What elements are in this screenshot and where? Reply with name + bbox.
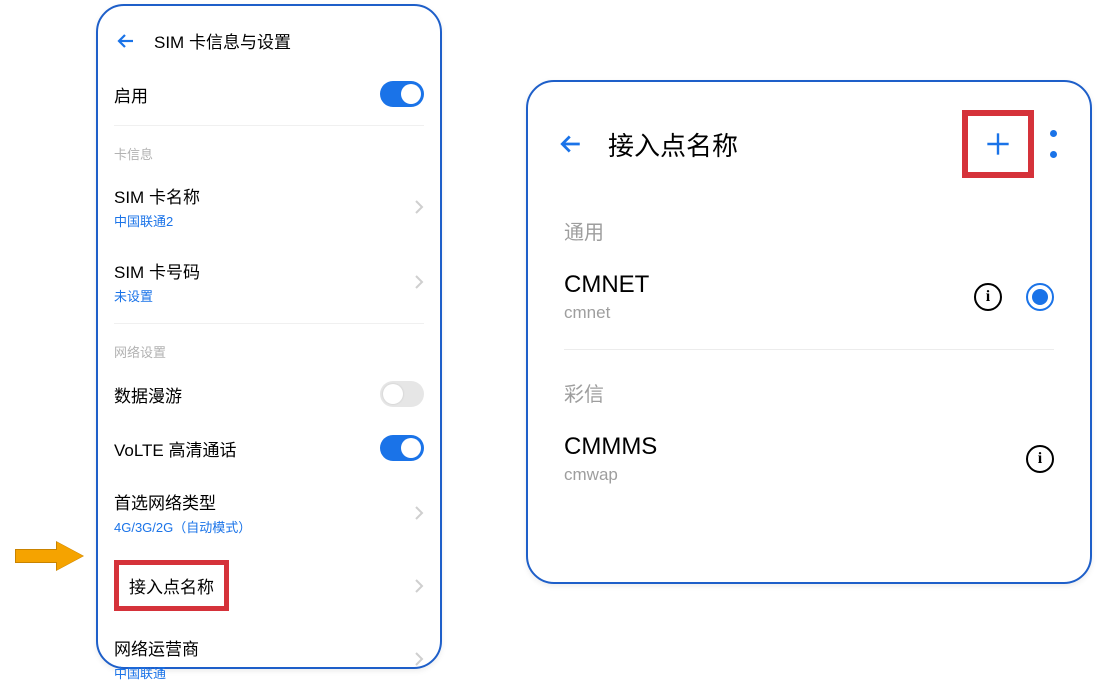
plus-icon (982, 128, 1014, 160)
info-icon[interactable]: i (1026, 445, 1054, 473)
sim-number-row[interactable]: SIM 卡号码 未设置 (98, 244, 440, 319)
chevron-right-icon (414, 505, 424, 521)
roaming-toggle[interactable] (380, 381, 424, 407)
apn-highlight: 接入点名称 (114, 560, 229, 611)
volte-row[interactable]: VoLTE 高清通话 (98, 421, 440, 475)
carrier-value: 中国联通 (114, 663, 199, 682)
preferred-network-label: 首选网络类型 (114, 489, 251, 514)
section-mms: 彩信 (528, 358, 1090, 415)
sim-name-value: 中国联通2 (114, 211, 200, 230)
apn-name: CMNET (564, 271, 649, 299)
page-title: SIM 卡信息与设置 (154, 28, 291, 53)
section-card-info: 卡信息 (98, 130, 440, 169)
more-menu-button[interactable] (1050, 130, 1058, 158)
volte-label: VoLTE 高清通话 (114, 436, 237, 461)
divider (564, 349, 1054, 350)
apn-label: 接入点名称 (129, 578, 214, 597)
back-arrow-icon[interactable] (556, 129, 586, 159)
apn-row-cmmms[interactable]: CMMMS cmwap i (528, 415, 1090, 503)
section-network: 网络设置 (98, 328, 440, 367)
add-apn-button[interactable] (962, 110, 1034, 178)
chevron-right-icon (414, 651, 424, 667)
roaming-row[interactable]: 数据漫游 (98, 367, 440, 421)
enable-toggle[interactable] (380, 81, 424, 107)
carrier-label: 网络运营商 (114, 635, 199, 660)
sim-number-label: SIM 卡号码 (114, 258, 200, 283)
chevron-right-icon (414, 199, 424, 215)
sim-name-row[interactable]: SIM 卡名称 中国联通2 (98, 169, 440, 244)
enable-label: 启用 (114, 82, 148, 107)
carrier-row[interactable]: 网络运营商 中国联通 (98, 621, 440, 696)
apn-value: cmwap (564, 465, 657, 485)
enable-row[interactable]: 启用 (98, 67, 440, 121)
chevron-right-icon (414, 274, 424, 290)
sim-settings-screen: SIM 卡信息与设置 启用 卡信息 SIM 卡名称 中国联通2 SIM 卡号码 … (96, 4, 442, 669)
volte-toggle[interactable] (380, 435, 424, 461)
preferred-network-row[interactable]: 首选网络类型 4G/3G/2G（自动模式） (98, 475, 440, 550)
apn-row[interactable]: 接入点名称 (98, 550, 440, 621)
chevron-right-icon (414, 578, 424, 594)
apn-value: cmnet (564, 303, 649, 323)
page-title: 接入点名称 (608, 126, 738, 163)
back-arrow-icon[interactable] (114, 29, 138, 53)
apn-list-screen: 接入点名称 通用 CMNET cmnet i 彩信 CMMMS cmwap (526, 80, 1092, 584)
apn-radio[interactable] (1026, 283, 1054, 311)
divider (114, 323, 424, 324)
apn-name: CMMMS (564, 433, 657, 461)
apn-row-cmnet[interactable]: CMNET cmnet i (528, 253, 1090, 341)
section-general: 通用 (528, 196, 1090, 253)
preferred-network-value: 4G/3G/2G（自动模式） (114, 517, 251, 536)
divider (114, 125, 424, 126)
header: SIM 卡信息与设置 (98, 22, 440, 67)
info-icon[interactable]: i (974, 283, 1002, 311)
header: 接入点名称 (528, 102, 1090, 196)
sim-number-value: 未设置 (114, 286, 200, 305)
sim-name-label: SIM 卡名称 (114, 183, 200, 208)
arrow-annotation-apn (15, 542, 87, 570)
roaming-label: 数据漫游 (114, 382, 182, 407)
